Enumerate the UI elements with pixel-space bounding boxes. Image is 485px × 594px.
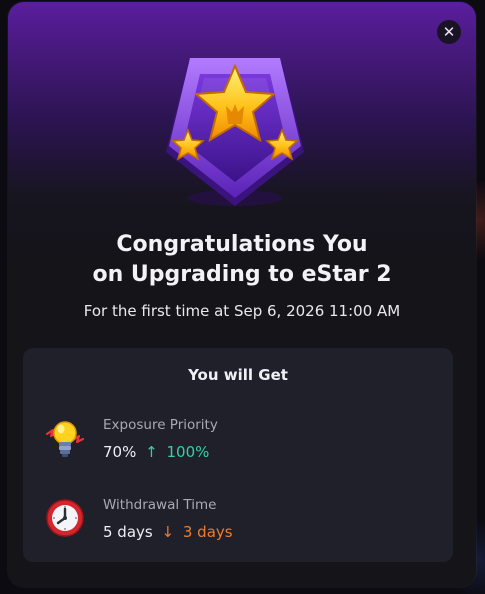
benefit-label: Withdrawal Time bbox=[103, 497, 217, 513]
value-to: 100% bbox=[166, 443, 210, 461]
congratulations-title: Congratulations You on Upgrading to eSta… bbox=[8, 230, 476, 290]
benefits-panel: You will Get Exposure Priority 70% ↑ 100… bbox=[23, 348, 453, 562]
benefit-exposure-priority: Exposure Priority 70% ↑ 100% bbox=[23, 410, 453, 470]
arrow-down-icon: ↓ bbox=[161, 523, 175, 541]
benefit-withdrawal-time: Withdrawal Time 5 days ↓ 3 days bbox=[23, 490, 453, 550]
close-button[interactable]: ✕ bbox=[437, 20, 461, 44]
arrow-up-icon: ↑ bbox=[145, 443, 158, 461]
clock-icon bbox=[46, 499, 84, 537]
value-from: 70% bbox=[103, 443, 137, 461]
estar-badge-icon bbox=[166, 58, 304, 206]
close-icon: ✕ bbox=[442, 23, 456, 41]
lightbulb-icon bbox=[45, 421, 85, 457]
value-to: 3 days bbox=[182, 523, 233, 541]
benefit-values: 70% ↑ 100% bbox=[103, 443, 209, 461]
value-from: 5 days bbox=[103, 523, 153, 541]
upgrade-modal: ✕ Congratulations You on Upgrading to eS… bbox=[8, 2, 476, 587]
benefit-label: Exposure Priority bbox=[103, 417, 218, 433]
title-line-1: Congratulations You bbox=[116, 232, 368, 257]
upgrade-date-text: For the first time at Sep 6, 2026 11:00 … bbox=[83, 302, 401, 320]
benefits-title: You will Get bbox=[188, 366, 288, 384]
title-line-2: on Upgrading to eStar 2 bbox=[92, 262, 392, 287]
benefit-values: 5 days ↓ 3 days bbox=[103, 523, 233, 541]
